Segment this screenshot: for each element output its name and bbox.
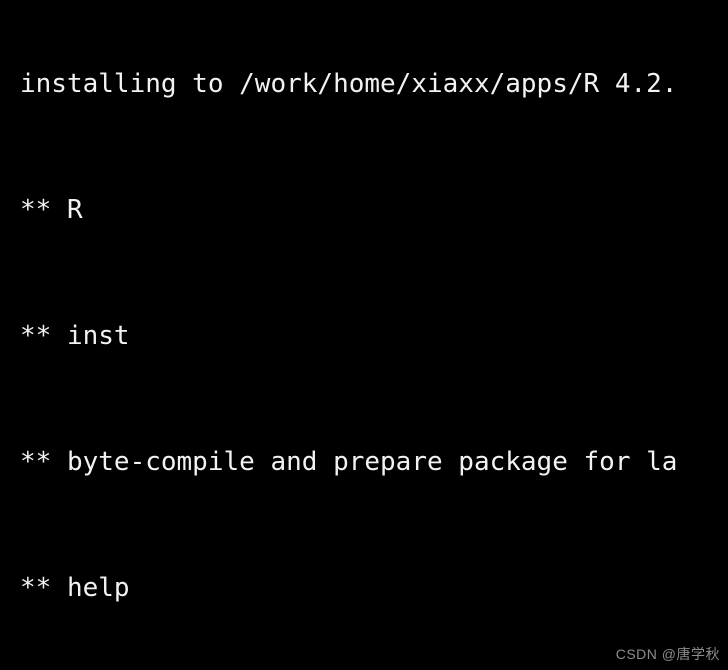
console-line: installing to /work/home/xiaxx/apps/R 4.… xyxy=(20,69,678,99)
console-line: ** R xyxy=(20,195,83,225)
console-line: ** inst xyxy=(20,321,130,351)
csdn-watermark: CSDN @唐学秋 xyxy=(615,646,720,662)
console-output: installing to /work/home/xiaxx/apps/R 4.… xyxy=(0,0,728,670)
console-line: ** byte-compile and prepare package for … xyxy=(20,447,678,477)
console-line: ** help xyxy=(20,573,130,603)
terminal-window[interactable]: installing to /work/home/xiaxx/apps/R 4.… xyxy=(0,0,728,670)
